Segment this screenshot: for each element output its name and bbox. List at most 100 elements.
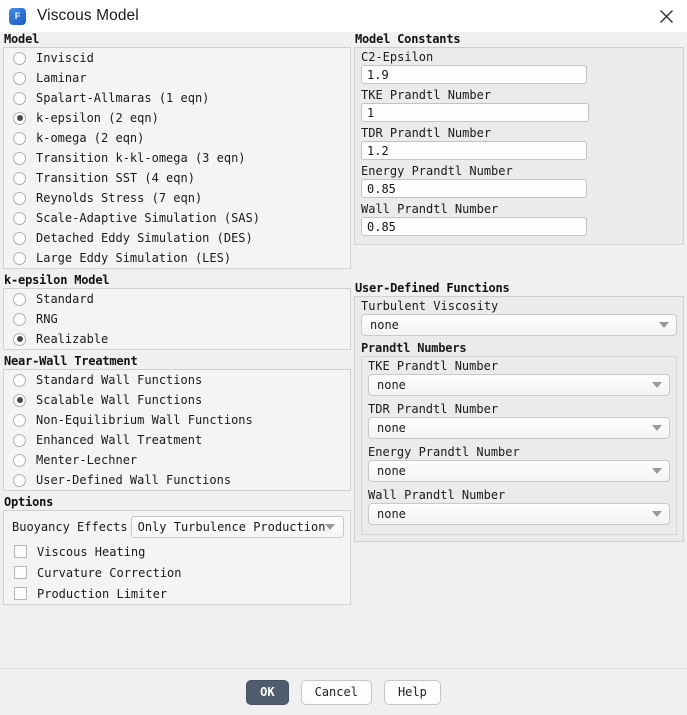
near-wall-label: Enhanced Wall Treatment [36, 433, 203, 447]
options-checkbox-row[interactable]: Curvature Correction [4, 562, 350, 583]
prandtl-udf-select[interactable]: none [368, 374, 670, 396]
constant-label: Wall Prandtl Number [361, 202, 499, 216]
prandtl-udf-select[interactable]: none [368, 417, 670, 439]
options-checkbox-row[interactable]: Viscous Heating [4, 541, 350, 562]
radio-unselected-icon[interactable] [13, 191, 26, 205]
radio-unselected-icon[interactable] [13, 413, 26, 427]
near-wall-option[interactable]: Scalable Wall Functions [4, 390, 350, 410]
radio-unselected-icon[interactable] [13, 433, 26, 447]
radio-selected-icon[interactable] [13, 111, 26, 125]
prandtl-udf-value: none [377, 421, 406, 435]
radio-unselected-icon[interactable] [13, 292, 26, 306]
options-box: Buoyancy Effects Only Turbulence Product… [3, 510, 351, 605]
k-epsilon-option[interactable]: RNG [4, 309, 350, 329]
udf-group: User-Defined Functions Turbulent Viscosi… [354, 281, 684, 542]
prandtl-udf-label: Wall Prandtl Number [368, 488, 506, 502]
k-epsilon-option[interactable]: Realizable [4, 329, 350, 349]
radio-unselected-icon[interactable] [13, 251, 26, 265]
constant-input[interactable]: 1.2 [361, 141, 587, 160]
model-option[interactable]: k-epsilon (2 eqn) [4, 108, 350, 128]
radio-unselected-icon[interactable] [13, 231, 26, 245]
left-column: Model Inviscid Laminar Spalart-Allmaras (1… [3, 32, 351, 609]
near-wall-option[interactable]: Standard Wall Functions [4, 370, 350, 390]
model-option[interactable]: Reynolds Stress (7 eqn) [4, 188, 350, 208]
chevron-down-icon [659, 322, 669, 328]
near-wall-option[interactable]: Non-Equilibrium Wall Functions [4, 410, 350, 430]
radio-unselected-icon[interactable] [13, 171, 26, 185]
model-label: Scale-Adaptive Simulation (SAS) [36, 211, 260, 225]
model-label: k-omega (2 eqn) [36, 131, 145, 145]
radio-unselected-icon[interactable] [13, 373, 26, 387]
prandtl-udf-select[interactable]: none [368, 460, 670, 482]
model-option[interactable]: Spalart-Allmaras (1 eqn) [4, 88, 350, 108]
constant-input[interactable]: 1.9 [361, 65, 587, 84]
checkbox-unchecked-icon[interactable] [14, 566, 27, 579]
model-option[interactable]: Transition k-kl-omega (3 eqn) [4, 148, 350, 168]
constant-input[interactable]: 0.85 [361, 217, 587, 236]
app-icon-letter: F [14, 10, 21, 21]
radio-unselected-icon[interactable] [13, 71, 26, 85]
model-option[interactable]: Scale-Adaptive Simulation (SAS) [4, 208, 350, 228]
model-option[interactable]: Large Eddy Simulation (LES) [4, 248, 350, 268]
near-wall-treatment-group: Near-Wall Treatment Standard Wall Functi… [3, 354, 351, 491]
turbulent-viscosity-select[interactable]: none [361, 314, 677, 336]
radio-selected-icon[interactable] [13, 332, 26, 346]
constant-label: Energy Prandtl Number [361, 164, 513, 178]
radio-selected-icon[interactable] [13, 393, 26, 407]
model-label: Laminar [36, 71, 87, 85]
radio-unselected-icon[interactable] [13, 51, 26, 65]
prandtl-udf-select[interactable]: none [368, 503, 670, 525]
radio-unselected-icon[interactable] [13, 473, 26, 487]
model-option[interactable]: Laminar [4, 68, 350, 88]
constant-input[interactable]: 1 [361, 103, 589, 122]
radio-unselected-icon[interactable] [13, 131, 26, 145]
model-label: Detached Eddy Simulation (DES) [36, 231, 253, 245]
near-wall-option[interactable]: Menter-Lechner [4, 450, 350, 470]
near-wall-label: User-Defined Wall Functions [36, 473, 232, 487]
dialog-body: Model Inviscid Laminar Spalart-Allmaras (1… [0, 32, 687, 715]
model-label: Reynolds Stress (7 eqn) [36, 191, 203, 205]
cancel-button[interactable]: Cancel [300, 679, 372, 705]
near-wall-label: Standard Wall Functions [36, 373, 203, 387]
right-column: Model Constants C2-Epsilon 1.9 TKE Prandtl… [354, 32, 684, 546]
k-epsilon-option[interactable]: Standard [4, 289, 350, 309]
close-icon[interactable] [654, 4, 678, 28]
model-label: Inviscid [36, 51, 94, 65]
radio-unselected-icon[interactable] [13, 453, 26, 467]
constant-label: TDR Prandtl Number [361, 126, 492, 140]
buoyancy-effects-row: Buoyancy Effects Only Turbulence Product… [4, 511, 350, 541]
model-option[interactable]: Transition SST (4 eqn) [4, 168, 350, 188]
model-option[interactable]: k-omega (2 eqn) [4, 128, 350, 148]
chevron-down-icon [325, 524, 336, 530]
near-wall-option[interactable]: Enhanced Wall Treatment [4, 430, 350, 450]
dialog-footer: OK Cancel Help [0, 668, 687, 715]
options-checkbox-label: Production Limiter [37, 586, 168, 601]
model-constants-box: C2-Epsilon 1.9 TKE Prandtl Number 1 TDR Pran… [354, 47, 684, 245]
turbulent-viscosity-value: none [370, 318, 399, 332]
radio-unselected-icon[interactable] [13, 211, 26, 225]
radio-unselected-icon[interactable] [13, 151, 26, 165]
model-options-box: Inviscid Laminar Spalart-Allmaras (1 eqn) k… [3, 47, 351, 269]
options-checkbox-row[interactable]: Production Limiter [4, 583, 350, 604]
radio-unselected-icon[interactable] [13, 312, 26, 326]
help-button[interactable]: Help [383, 679, 441, 705]
buoyancy-effects-label: Buoyancy Effects [12, 520, 128, 534]
constant-label: TKE Prandtl Number [361, 88, 492, 102]
checkbox-unchecked-icon[interactable] [14, 545, 27, 558]
model-group-title: Model [4, 32, 40, 46]
checkbox-unchecked-icon[interactable] [14, 587, 27, 600]
prandtl-udf-label: TDR Prandtl Number [368, 402, 499, 416]
options-checkbox-list: Viscous Heating Curvature Correction Produ… [4, 541, 350, 604]
prandtl-numbers-title: Prandtl Numbers [361, 341, 467, 355]
ok-button[interactable]: OK [246, 679, 289, 705]
model-option[interactable]: Detached Eddy Simulation (DES) [4, 228, 350, 248]
near-wall-option[interactable]: User-Defined Wall Functions [4, 470, 350, 490]
buoyancy-effects-select[interactable]: Only Turbulence Production [130, 516, 344, 538]
options-checkbox-label: Viscous Heating [37, 544, 146, 559]
k-epsilon-label: Standard [36, 292, 94, 306]
constant-input[interactable]: 0.85 [361, 179, 587, 198]
model-option[interactable]: Inviscid [4, 48, 350, 68]
title-bar: F Viscous Model [0, 0, 687, 32]
model-label: Transition SST (4 eqn) [36, 171, 195, 185]
radio-unselected-icon[interactable] [13, 91, 26, 105]
